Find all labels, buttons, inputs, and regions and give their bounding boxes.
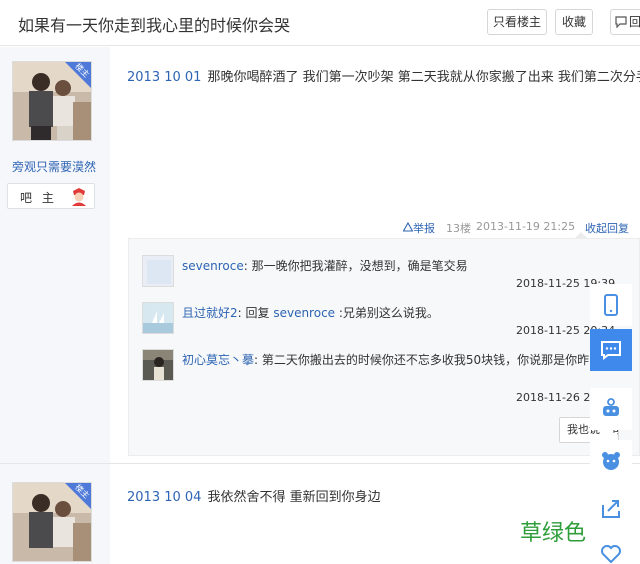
subreply-separator: : (254, 353, 262, 367)
reply-button[interactable]: 回复 (610, 9, 640, 35)
subreply-panel: sevenroce: 那一晚你把我灌醉，没想到，确是笔交易 2018-11-25… (128, 238, 640, 456)
favorite-button[interactable]: 收藏 (555, 9, 593, 35)
subreply-separator: : (237, 306, 246, 320)
phone-button[interactable] (590, 284, 632, 326)
person-avatar-icon (143, 350, 173, 380)
subreply-reply-target[interactable]: sevenroce (273, 306, 335, 320)
thread-header: 如果有一天你走到我心里的时候你会哭 只看楼主 收藏 回复 (0, 0, 640, 46)
post-text: 我依然舍不得 重新回到你身边 (207, 490, 381, 505)
subreply-text: 那一晚你把我灌醉，没想到，确是笔交易 (251, 259, 468, 273)
bear-icon (602, 452, 620, 470)
post-time: 2013-11-19 21:25 (476, 220, 576, 233)
subreply-reply-prefix: 回复 (245, 306, 274, 320)
subreply-author[interactable]: 初心莫忘丶摹 (182, 353, 254, 367)
subreply-author[interactable]: sevenroce (182, 259, 244, 273)
subreply-avatar[interactable] (142, 255, 174, 287)
post-date: 2013 10 01 (127, 70, 202, 85)
subreply-body: 且过就好2: 回复 sevenroce :兄弟别这么说我。 (182, 303, 637, 323)
floor-number: 13楼 (446, 222, 471, 235)
default-avatar-icon (143, 256, 173, 286)
robot-icon (603, 398, 619, 416)
post-divider (0, 463, 640, 464)
report-link[interactable]: 举报 (402, 220, 435, 236)
subreply-text: :兄弟别这么说我。 (335, 306, 439, 320)
subreply-author[interactable]: 且过就好2 (182, 306, 238, 320)
post-date: 2013 10 04 (127, 490, 202, 505)
author-column: 楼主 旁观只需要漠然 吧 主 (0, 47, 110, 467)
post-content: 2013 10 04 我依然舍不得 重新回到你身边 (127, 486, 381, 505)
subreply-separator: : (243, 259, 252, 273)
subreply-avatar[interactable] (142, 349, 174, 381)
share-icon (602, 500, 620, 518)
subreply-avatar[interactable] (142, 302, 174, 334)
author-avatar[interactable]: 楼主 (12, 61, 92, 141)
comment-icon (601, 341, 621, 360)
reply-icon (615, 16, 627, 29)
sailboat-avatar-icon (143, 303, 173, 333)
subreply-body: sevenroce: 那一晚你把我灌醉，没想到，确是笔交易 (182, 256, 637, 276)
subreply-text: 第二天你搬出去的时候你还不忘多收我50块钱，你说那是你昨晚的钱 (261, 353, 626, 367)
bear-button[interactable] (590, 440, 632, 482)
comment-button[interactable] (590, 329, 632, 371)
post-text: 那晚你喝醉酒了 我们第一次吵架 第二天我就从你家搬了出来 我们第二次分手 (207, 70, 640, 85)
watermark: 草绿色 (520, 521, 587, 546)
bar-owner-badge: 吧 主 (7, 183, 95, 209)
post-content: 2013 10 01 那晚你喝醉酒了 我们第一次吵架 第二天我就从你家搬了出来 我… (127, 66, 640, 85)
only-op-button[interactable]: 只看楼主 (487, 9, 547, 35)
author-name[interactable]: 旁观只需要漠然 (12, 158, 96, 175)
reply-button-label: 回复 (629, 15, 640, 29)
phone-icon (604, 294, 618, 316)
author-column: 楼主 (0, 465, 110, 564)
report-label: 举报 (413, 222, 435, 235)
tieba-thread-page: 如果有一天你走到我心里的时候你会哭 只看楼主 收藏 回复 楼主 旁观只需要漠然 … (0, 0, 640, 564)
thread-title: 如果有一天你走到我心里的时候你会哭 (18, 16, 291, 35)
author-avatar[interactable]: 楼主 (12, 482, 92, 562)
bar-owner-label: 吧 主 (20, 191, 57, 205)
like-button[interactable] (590, 532, 632, 564)
subreply-body: 初心莫忘丶摹: 第二天你搬出去的时候你还不忘多收我50块钱，你说那是你昨晚的钱 (182, 350, 637, 370)
warning-icon (402, 221, 414, 232)
collapse-replies-link[interactable]: 收起回复 (585, 220, 629, 236)
share-button[interactable] (590, 488, 632, 530)
heart-icon (601, 545, 621, 564)
robot-button[interactable] (590, 388, 632, 430)
bar-owner-icon (72, 188, 86, 206)
